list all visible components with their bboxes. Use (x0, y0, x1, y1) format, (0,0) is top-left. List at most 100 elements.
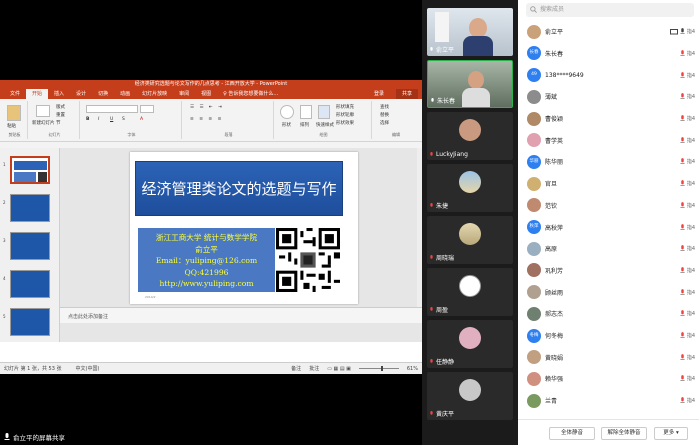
member-row[interactable]: 兰青 指4 (518, 390, 699, 412)
mic-muted-icon[interactable] (680, 223, 685, 231)
slide-canvas[interactable]: 经济管理类论文的选题与写作 浙江工商大学 统计与数学学院 俞立平 Email：y… (130, 152, 358, 304)
member-row[interactable]: 官旦 指4 (518, 173, 699, 195)
bold-icon[interactable]: B (86, 117, 89, 122)
strikethrough-icon[interactable]: S (122, 117, 125, 122)
shape-icon[interactable] (280, 105, 294, 119)
member-row[interactable]: 郝志杰 指4 (518, 303, 699, 325)
muted-label: 指4 (686, 72, 695, 79)
tab-slideshow[interactable]: 幻灯片放映 (136, 89, 173, 99)
more-button[interactable]: 更多 ▾ (654, 427, 688, 440)
member-name: 官旦 (545, 181, 558, 189)
mic-muted-icon[interactable] (680, 50, 685, 57)
member-row[interactable]: 顾丝雨 指4 (518, 281, 699, 303)
video-tile[interactable]: 任静静 (427, 320, 513, 368)
layout-button[interactable]: 版式 (56, 104, 65, 110)
notes-toggle[interactable]: 备注 (291, 365, 301, 372)
align-icons[interactable]: ≡ ≡ ≡ ≡ (190, 117, 223, 122)
list-icons[interactable]: ☰ ☰ ⇤ ⇥ (190, 105, 224, 110)
shape-outline-button[interactable]: 形状轮廓 (336, 112, 354, 118)
mute-all-button[interactable]: 全体静音 (549, 427, 595, 440)
reset-button[interactable]: 重置 (56, 112, 65, 118)
mic-muted-icon[interactable] (680, 93, 685, 100)
quick-styles-icon[interactable] (318, 105, 330, 119)
member-row[interactable]: 冬梅 何冬梅 指4 (518, 325, 699, 347)
member-row[interactable]: 秋萍 高秋萍 指4 (518, 216, 699, 238)
font-name-box[interactable] (86, 105, 138, 113)
tab-review[interactable]: 审阅 (173, 89, 195, 99)
video-tile[interactable]: 俞立平 (427, 8, 513, 56)
find-button[interactable]: 查找 (380, 104, 389, 110)
font-color-icon[interactable]: A (140, 117, 143, 122)
slide-thumbnail[interactable] (10, 194, 50, 222)
tab-design[interactable]: 设计 (70, 89, 92, 99)
mic-muted-icon[interactable] (680, 353, 685, 361)
arrange-icon[interactable] (300, 105, 312, 119)
select-button[interactable]: 选择 (380, 120, 389, 126)
mic-muted-icon[interactable] (680, 375, 685, 382)
unmute-all-button[interactable]: 解除全体静音 (601, 427, 647, 440)
italic-icon[interactable]: I (98, 117, 99, 122)
member-row[interactable]: 巩利芳 指4 (518, 260, 699, 282)
shape-fill-button[interactable]: 形状填充 (336, 104, 354, 110)
slide-thumbnail[interactable] (10, 270, 50, 298)
tab-file[interactable]: 文件 (4, 89, 26, 99)
share-button[interactable]: 共享 (395, 89, 418, 99)
member-row[interactable]: 曹学英 指4 (518, 130, 699, 152)
view-buttons[interactable]: ▭ ▦ ▤ ▣ (327, 366, 351, 372)
tell-me-search[interactable]: ♀ 告诉我您想要做什么... (217, 89, 284, 99)
mic-muted-icon[interactable] (680, 332, 685, 339)
member-row[interactable]: 赖华强 指4 (518, 368, 699, 390)
mic-muted-icon[interactable] (680, 397, 685, 404)
member-row[interactable]: 曹俊颖 指4 (518, 108, 699, 130)
mic-muted-icon[interactable] (680, 115, 685, 122)
avatar (459, 223, 481, 245)
mic-icon[interactable] (680, 28, 685, 35)
tab-animations[interactable]: 动画 (114, 89, 136, 99)
slide-thumbnail[interactable] (10, 308, 50, 336)
section-button[interactable]: 节 (56, 120, 61, 126)
zoom-slider[interactable] (358, 366, 399, 371)
mic-muted-icon[interactable] (680, 288, 685, 296)
video-tile[interactable]: 朱捷 (427, 164, 513, 212)
mic-muted-icon[interactable] (680, 136, 685, 144)
comments-toggle[interactable]: 批注 (309, 365, 319, 372)
tab-view[interactable]: 视图 (195, 89, 217, 99)
font-size-box[interactable] (140, 105, 154, 113)
video-tile[interactable]: LuckyJiang (427, 112, 513, 160)
slide-thumbnail[interactable] (10, 156, 50, 184)
slide-thumbnails[interactable]: 1 2 3 4 5 (0, 148, 60, 342)
shape-effect-button[interactable]: 形状效果 (336, 120, 354, 126)
tab-home[interactable]: 开始 (26, 89, 49, 99)
new-slide-icon[interactable] (36, 105, 50, 117)
mic-muted-icon[interactable] (680, 202, 685, 209)
slide-thumbnail[interactable] (10, 232, 50, 260)
mic-muted-icon[interactable] (680, 245, 685, 252)
zoom-level[interactable]: 61% (407, 366, 418, 372)
member-row[interactable]: 黄晓娟 指4 (518, 347, 699, 369)
mic-muted-icon[interactable] (680, 71, 685, 79)
mic-muted-icon[interactable] (680, 180, 685, 187)
notes-pane[interactable]: 点击此处添加备注 (60, 307, 422, 323)
member-row[interactable]: 高原 指4 (518, 238, 699, 260)
member-row[interactable]: 华丽 陈华丽 指4 (518, 151, 699, 173)
mic-muted-icon[interactable] (680, 158, 685, 165)
replace-button[interactable]: 替换 (380, 112, 389, 118)
member-row[interactable]: 薄斌 指4 (518, 86, 699, 108)
underline-icon[interactable]: U (110, 117, 113, 122)
video-tile[interactable]: 周盈 (427, 268, 513, 316)
mic-muted-icon[interactable] (680, 310, 685, 317)
ppt-ribbon: 粘贴 剪贴板 新建幻灯片 版式 重置 节 幻灯片 B I U S A 字体 ☰ … (0, 99, 422, 142)
mic-muted-icon[interactable] (680, 267, 685, 274)
member-row[interactable]: 范钦 指4 (518, 195, 699, 217)
tab-transitions[interactable]: 切换 (92, 89, 114, 99)
member-row[interactable]: 长春 朱长春 指4 (518, 43, 699, 65)
login-link[interactable]: 登录 (368, 89, 390, 99)
paste-icon[interactable] (7, 105, 21, 121)
video-tile[interactable]: 黄庆平 (427, 372, 513, 420)
member-row[interactable]: 俞立平 指4 (518, 21, 699, 43)
video-tile[interactable]: 朱长春 (427, 60, 513, 108)
member-row[interactable]: 49 138****9649 指4 (518, 64, 699, 86)
video-tile[interactable]: 周晓瑞 (427, 216, 513, 264)
member-search-input[interactable]: 搜索成员 (526, 3, 694, 17)
tab-insert[interactable]: 插入 (48, 89, 70, 99)
